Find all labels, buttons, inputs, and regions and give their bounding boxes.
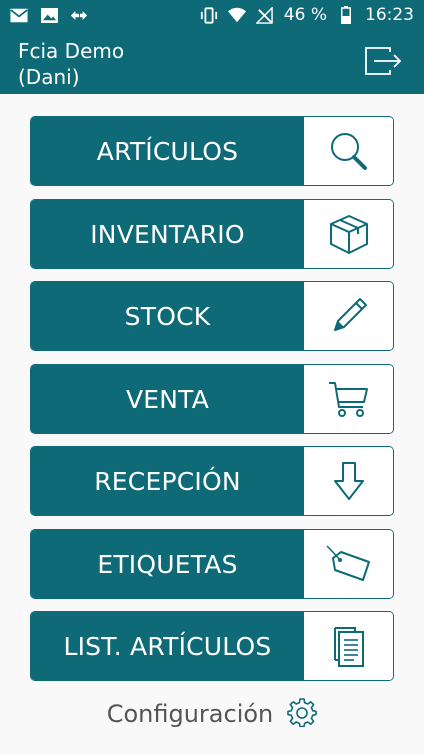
search-icon (304, 117, 393, 185)
box-icon (304, 200, 393, 268)
venta-label: VENTA (31, 365, 304, 433)
mail-icon (10, 7, 28, 23)
etiquetas-button[interactable]: ETIQUETAS (30, 529, 394, 599)
list-articulos-button[interactable]: LIST. ARTÍCULOS (30, 611, 394, 681)
recepcion-label: RECEPCIÓN (31, 447, 304, 515)
cart-icon (304, 365, 393, 433)
data-sync-icon (70, 7, 88, 23)
inventario-button[interactable]: INVENTARIO (30, 199, 394, 269)
battery-percent: 46 % (283, 5, 327, 25)
battery-icon (337, 6, 355, 24)
stock-button[interactable]: STOCK (30, 281, 394, 351)
app-title: Fcia Demo (Dani) (18, 38, 124, 90)
configuracion-button[interactable]: Configuración (0, 696, 424, 732)
etiquetas-label: ETIQUETAS (31, 530, 304, 598)
pencil-icon (304, 282, 393, 350)
no-signal-icon (256, 6, 274, 24)
document-list-icon (304, 612, 393, 680)
arrow-down-icon (304, 447, 393, 515)
configuracion-label: Configuración (106, 700, 274, 728)
main-content: ARTÍCULOS INVENTARIO STOCK VENTA RECEPCI… (0, 94, 424, 754)
articulos-label: ARTÍCULOS (31, 117, 304, 185)
logout-icon (365, 47, 402, 75)
vibrate-icon (200, 6, 218, 24)
notification-icons (10, 7, 88, 23)
logout-button[interactable] (364, 46, 404, 76)
image-icon (40, 7, 58, 23)
app-title-line2: (Dani) (18, 65, 80, 89)
recepcion-button[interactable]: RECEPCIÓN (30, 446, 394, 516)
app-bar: Fcia Demo (Dani) (0, 30, 424, 94)
venta-button[interactable]: VENTA (30, 364, 394, 434)
clock: 16:23 (365, 5, 414, 25)
articulos-button[interactable]: ARTÍCULOS (30, 116, 394, 186)
gear-icon (287, 697, 318, 732)
list-articulos-label: LIST. ARTÍCULOS (31, 612, 304, 680)
inventario-label: INVENTARIO (31, 200, 304, 268)
wifi-icon (227, 7, 246, 23)
stock-label: STOCK (31, 282, 304, 350)
app-title-line1: Fcia Demo (18, 39, 125, 63)
tag-icon (304, 530, 393, 598)
status-bar: 46 % 16:23 (0, 0, 424, 30)
system-indicators: 46 % 16:23 (200, 5, 414, 25)
